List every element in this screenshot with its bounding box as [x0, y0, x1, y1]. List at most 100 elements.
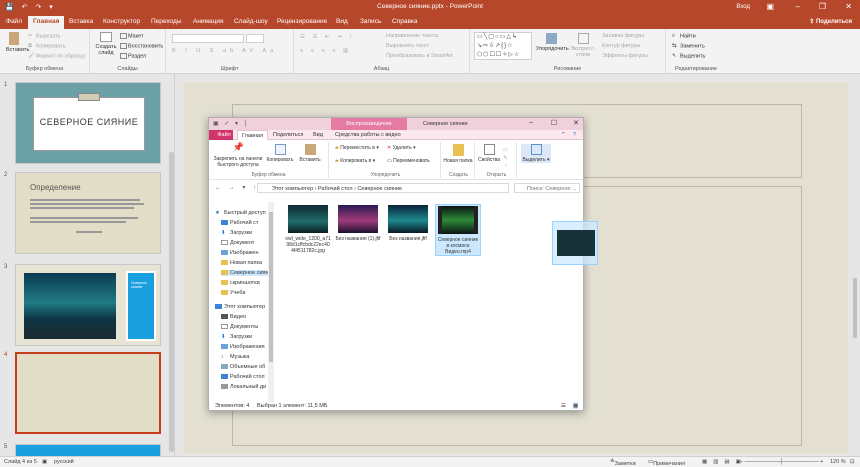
nav-item-selected[interactable]: Северное сиян	[221, 270, 271, 276]
file-item[interactable]: owl_wide_1200_a7198d1cffcbdc22ec404f4511…	[285, 204, 331, 254]
tab-home[interactable]: Главная	[28, 16, 65, 29]
layout-button[interactable]: Макет	[120, 33, 144, 39]
nav-item[interactable]: ⬇ Загрузки	[221, 230, 252, 236]
tab-review[interactable]: Рецензирование	[277, 18, 327, 25]
nav-item-this-pc[interactable]: Этот компьютер	[215, 304, 265, 310]
zoom-level[interactable]: 120 %	[830, 459, 846, 465]
section-button[interactable]: Раздел	[120, 53, 146, 59]
nav-item[interactable]: Новая папка	[221, 260, 262, 266]
comments-button[interactable]: ▭ Примечания	[648, 459, 685, 467]
details-view-icon[interactable]: ☰	[561, 403, 566, 409]
nav-item[interactable]: Документ	[221, 240, 254, 246]
pin-button[interactable]: 📌 Закрепить на панели быстрого доступа	[211, 143, 265, 169]
tab-design[interactable]: Конструктор	[103, 18, 140, 25]
reset-button[interactable]: Восстановить	[120, 43, 163, 49]
language-indicator[interactable]: русский	[54, 459, 74, 465]
align-text-button[interactable]: Выровнять текст	[386, 43, 429, 49]
ribbon-display-icon[interactable]: ▣	[766, 2, 774, 11]
minimize-icon[interactable]: –	[796, 2, 800, 11]
explorer-tab-video-tools[interactable]: Средства работы с видео	[335, 132, 401, 138]
shape-effects-button[interactable]: Эффекты фигуры	[602, 53, 648, 59]
slide-thumbnail-4[interactable]	[15, 352, 161, 434]
file-explorer-window[interactable]: ▣ ✓ ▾ │ Воспроизведение Северное сияние …	[208, 117, 584, 411]
breadcrumb-segment[interactable]: Этот компьютер	[272, 186, 313, 192]
explorer-paste-button[interactable]: Вставить	[295, 144, 325, 163]
delete-button[interactable]: ✕ Удалить ▾	[387, 145, 416, 151]
shapes-gallery[interactable]: ▭╲▢○▭△↳ ↘⇨⇩↗{}☆ ⬠⬡☐☐✧▷☆	[474, 32, 532, 60]
tab-insert[interactable]: Вставка	[69, 18, 93, 25]
nav-item[interactable]: Локальный ди	[221, 384, 266, 390]
file-item-selected[interactable]: Северное сияние в космосе Видео.mp4	[435, 204, 481, 256]
smartart-button[interactable]: Преобразовать в SmartArt	[386, 53, 453, 59]
large-icons-view-icon[interactable]: ▦	[573, 403, 579, 409]
explorer-select-button[interactable]: Выделить ▾	[521, 144, 551, 163]
shape-fill-button[interactable]: Заливка фигуры	[602, 33, 644, 39]
nav-item[interactable]: ♪ Музыка	[221, 354, 249, 360]
tab-help[interactable]: Справка	[392, 18, 418, 25]
notes-button[interactable]: ≙ Заметки	[610, 459, 636, 467]
tab-record[interactable]: Запись	[360, 18, 381, 25]
slide-thumbnail-2[interactable]: Определение	[15, 172, 161, 254]
tab-slideshow[interactable]: Слайд-шоу	[234, 18, 268, 25]
new-folder-button[interactable]: Новая папка	[443, 144, 473, 164]
slide-thumbnail-1[interactable]: СЕВЕРНОЕ СИЯНИЕ	[15, 82, 161, 164]
nav-item[interactable]: Изображения	[221, 344, 265, 350]
rename-button[interactable]: ▭ Переименовать	[387, 158, 430, 164]
explorer-copy-button[interactable]: Копировать	[265, 144, 295, 163]
navigation-arrows[interactable]: ← → ▾ ↑	[215, 184, 259, 191]
new-slide-button[interactable]: Создать слайд	[95, 32, 117, 56]
explorer-tab-view[interactable]: Вид	[313, 132, 323, 138]
nav-item[interactable]: Учеба	[221, 290, 245, 296]
nav-item[interactable]: Изображен	[221, 250, 259, 256]
explorer-quick-access[interactable]: ▣ ✓ ▾ │	[213, 120, 249, 127]
nav-item[interactable]: скриншотки	[221, 280, 260, 286]
copy-to-button[interactable]: ▰ Копировать в ▾	[335, 158, 375, 164]
nav-item[interactable]: Видео	[221, 314, 246, 320]
properties-button[interactable]: Свойства	[477, 144, 501, 163]
text-direction-button[interactable]: Направление текста	[386, 33, 438, 39]
tab-animations[interactable]: Анимация	[193, 18, 224, 25]
breadcrumb-segment[interactable]: Рабочий стол	[318, 186, 353, 192]
explorer-tab-file[interactable]: Файл	[209, 130, 233, 140]
playback-context-tab[interactable]: Воспроизведение	[331, 118, 407, 130]
sign-in-link[interactable]: Вход	[736, 4, 750, 10]
font-name-box[interactable]	[172, 34, 244, 43]
close-icon[interactable]: ✕	[845, 2, 852, 11]
slide-thumbnail-3[interactable]: Северное сияние	[15, 264, 161, 346]
quick-styles-button[interactable]: Экспресс-стили	[568, 33, 598, 58]
collapse-ribbon-icon[interactable]: ⌃	[561, 132, 566, 138]
file-item[interactable]: Без названия (1).jfif	[335, 204, 381, 242]
scrollbar-thumb[interactable]	[853, 278, 857, 338]
explorer-tab-share[interactable]: Поделиться	[273, 132, 303, 138]
navigation-scrollbar[interactable]	[268, 202, 274, 402]
replace-button[interactable]: ⇆ Заменить	[672, 43, 705, 49]
dragged-video-file[interactable]	[552, 221, 598, 265]
nav-item[interactable]: ⬇ Загрузки	[221, 334, 252, 340]
search-box[interactable]: Поиск: Северное ...	[514, 183, 580, 193]
nav-item[interactable]: Объемные об	[221, 364, 265, 370]
cut-button[interactable]: ✂ Вырезать	[28, 33, 60, 39]
list-buttons[interactable]: ☰ ☰ ⇤ ⇥ ↕	[300, 34, 355, 40]
explorer-maximize-icon[interactable]: ☐	[551, 119, 557, 127]
nav-item[interactable]: Документы	[221, 324, 258, 330]
move-to-button[interactable]: ▰ Переместить в ▾	[335, 145, 379, 151]
maximize-icon[interactable]: ❐	[819, 2, 826, 11]
explorer-close-icon[interactable]: ✕	[573, 119, 579, 127]
fit-slide-icon[interactable]: ⊡	[850, 459, 855, 465]
select-button[interactable]: ↖ Выделить	[672, 53, 705, 59]
nav-item[interactable]: Рабочий стол	[221, 374, 265, 380]
align-buttons[interactable]: ≡ ≡ ≡ ≡ ▥	[300, 48, 351, 54]
find-button[interactable]: ⌕ Найти	[672, 33, 696, 39]
spellcheck-icon[interactable]: ▣	[42, 459, 47, 465]
tab-file[interactable]: Файл	[6, 18, 22, 25]
share-button[interactable]: ⇪ Поделиться	[809, 18, 852, 25]
nav-item-quick-access[interactable]: ★ Быстрый доступ	[215, 210, 266, 216]
address-bar[interactable]: Этот компьютер › Рабочий стол › Северное…	[257, 183, 509, 193]
thumbnails-scrollbar[interactable]	[169, 152, 174, 452]
shape-outline-button[interactable]: Контур фигуры	[602, 43, 640, 49]
help-icon[interactable]: ?	[573, 132, 576, 138]
tab-view[interactable]: Вид	[336, 18, 348, 25]
explorer-minimize-icon[interactable]: –	[529, 119, 533, 126]
nav-item[interactable]: Рабочий ст	[221, 220, 258, 226]
scrollbar-thumb[interactable]	[269, 212, 273, 362]
